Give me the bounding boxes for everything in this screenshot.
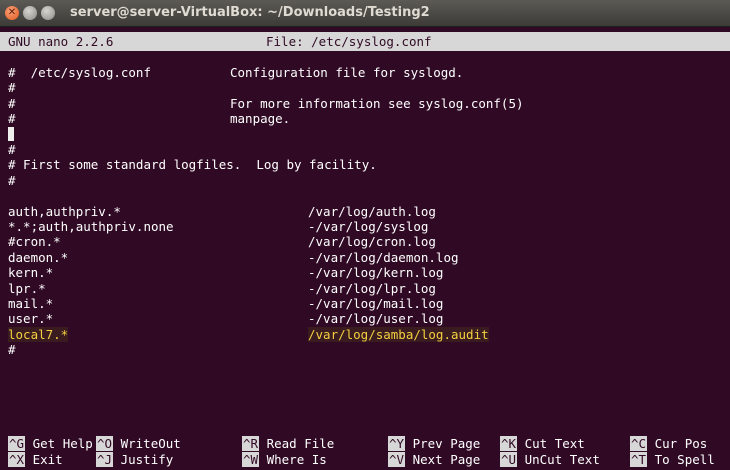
line-left-text: # /etc/syslog.conf [8, 65, 151, 80]
line-left-text: # [8, 142, 16, 157]
shortcut-key: ^C [630, 436, 648, 451]
line-left-text: *.*;auth,authpriv.none [8, 219, 174, 234]
line-left-text: local7.* [8, 326, 69, 342]
line-left-text: # [8, 80, 16, 96]
shortcut-label: WriteOut [113, 436, 181, 451]
shortcut-key: ^K [500, 436, 518, 451]
line-right-text: -/var/log/mail.log [308, 296, 444, 311]
shortcut-next-page[interactable]: ^V Next Page [388, 452, 480, 467]
shortcut-key: ^X [8, 452, 26, 467]
editor-line[interactable]: #cron.* /var/log/cron.log [8, 234, 436, 250]
line-right-text: Configuration file for syslogd. [230, 65, 464, 80]
shortcut-prev-page[interactable]: ^Y Prev Page [388, 436, 480, 451]
shortcut-get-help[interactable]: ^G Get Help [8, 436, 93, 451]
shortcut-key: ^R [242, 436, 260, 451]
shortcut-label: Get Help [25, 436, 93, 451]
nano-file-label: File: /etc/syslog.conf [266, 34, 432, 49]
line-left-text: #cron.* [8, 234, 61, 250]
nano-version: GNU nano 2.2.6 [8, 34, 114, 49]
editor-line[interactable]: *.*;auth,authpriv.none -/var/log/syslog [8, 219, 428, 234]
editor-line[interactable]: # For more information see syslog.conf(5) [8, 95, 524, 111]
shortcut-label: Exit [25, 452, 63, 467]
shortcut-label: Cur Pos [647, 436, 708, 451]
editor-line[interactable]: mail.* -/var/log/mail.log [8, 296, 443, 311]
line-right-text: /var/log/samba/log.audit [308, 326, 489, 342]
window-title: server@server-VirtualBox: ~/Downloads/Te… [70, 5, 430, 20]
line-left-text: # [8, 111, 16, 127]
line-right-text: /var/log/cron.log [308, 234, 436, 250]
maximize-icon[interactable] [41, 6, 55, 20]
line-right-text: -/var/log/syslog [308, 219, 429, 234]
shortcut-label: Cut Text [517, 436, 585, 451]
shortcut-label: Justify [113, 452, 174, 467]
minimize-icon[interactable] [23, 6, 37, 20]
editor-line[interactable]: # manpage. [8, 111, 290, 127]
shortcut-key: ^O [96, 436, 114, 451]
line-right-text: -/var/log/lpr.log [308, 280, 436, 296]
editor-line[interactable]: auth,authpriv.* /var/log/auth.log [8, 203, 436, 219]
line-left-text: mail.* [8, 296, 54, 311]
shortcut-key: ^U [500, 452, 518, 467]
shortcut-key: ^Y [388, 436, 406, 451]
editor-line[interactable]: # First some standard logfiles. Log by f… [8, 157, 377, 172]
shortcut-uncut-text[interactable]: ^U UnCut Text [500, 452, 600, 467]
line-left-text: # First some standard logfiles. Log by f… [8, 157, 377, 173]
shortcut-label: Read File [259, 436, 335, 451]
shortcut-label: Where Is [259, 452, 327, 467]
title-bar[interactable]: ✕ server@server-VirtualBox: ~/Downloads/… [0, 0, 730, 27]
shortcut-key: ^T [630, 452, 648, 467]
close-icon[interactable]: ✕ [5, 6, 19, 20]
nano-header: GNU nano 2.2.6 File: /etc/syslog.conf [0, 32, 730, 51]
shortcut-key: ^J [96, 452, 114, 467]
editor-line[interactable]: # [8, 173, 16, 188]
line-left-text: # [8, 95, 16, 111]
shortcut-label: UnCut Text [517, 452, 600, 467]
terminal-window: ✕ server@server-VirtualBox: ~/Downloads/… [0, 0, 730, 470]
shortcut-read-file[interactable]: ^R Read File [242, 436, 334, 451]
editor-line[interactable] [8, 126, 14, 142]
shortcut-where-is[interactable]: ^W Where Is [242, 452, 327, 467]
editor-line[interactable]: # [8, 342, 16, 357]
shortcut-label: Next Page [405, 452, 481, 467]
shortcut-key: ^G [8, 436, 26, 451]
shortcut-writeout[interactable]: ^O WriteOut [96, 436, 181, 451]
shortcut-key: ^W [242, 452, 260, 467]
shortcut-label: Prev Page [405, 436, 481, 451]
line-right-text: For more information see syslog.conf(5) [230, 95, 524, 111]
shortcut-to-spell[interactable]: ^T To Spell [630, 452, 715, 467]
line-left-text: auth,authpriv.* [8, 203, 121, 219]
shortcut-exit[interactable]: ^X Exit [8, 452, 63, 467]
shortcut-key: ^V [388, 452, 406, 467]
line-right-text: /var/log/auth.log [308, 203, 436, 219]
editor-line[interactable]: # /etc/syslog.conf Configuration file for… [8, 65, 463, 80]
terminal-area[interactable]: GNU nano 2.2.6 File: /etc/syslog.conf # … [0, 28, 730, 470]
editor-line[interactable]: kern.* -/var/log/kern.log [8, 265, 443, 281]
editor-line[interactable]: # [8, 80, 16, 95]
line-left-text: user.* [8, 311, 54, 327]
shortcut-cut-text[interactable]: ^K Cut Text [500, 436, 585, 451]
line-left-text: # [8, 172, 16, 188]
shortcut-cur-pos[interactable]: ^C Cur Pos [630, 436, 707, 451]
line-left-text: # [8, 342, 16, 358]
line-left-text: kern.* [8, 265, 54, 281]
shortcut-justify[interactable]: ^J Justify [96, 452, 173, 467]
editor-line[interactable]: # [8, 142, 16, 157]
line-left-text: daemon.* [8, 249, 69, 265]
editor-line[interactable]: user.* -/var/log/user.log [8, 311, 443, 327]
line-right-text: -/var/log/kern.log [308, 265, 444, 281]
line-left-text: lpr.* [8, 280, 46, 296]
text-cursor [8, 126, 14, 141]
line-right-text: manpage. [230, 111, 291, 127]
shortcut-label: To Spell [647, 452, 715, 467]
editor-line[interactable]: daemon.* -/var/log/daemon.log [8, 249, 459, 265]
editor-line[interactable]: lpr.* -/var/log/lpr.log [8, 280, 436, 296]
line-right-text: -/var/log/daemon.log [308, 249, 459, 265]
editor-line[interactable]: local7.* /var/log/samba/log.audit [8, 326, 489, 342]
line-right-text: -/var/log/user.log [308, 311, 444, 327]
